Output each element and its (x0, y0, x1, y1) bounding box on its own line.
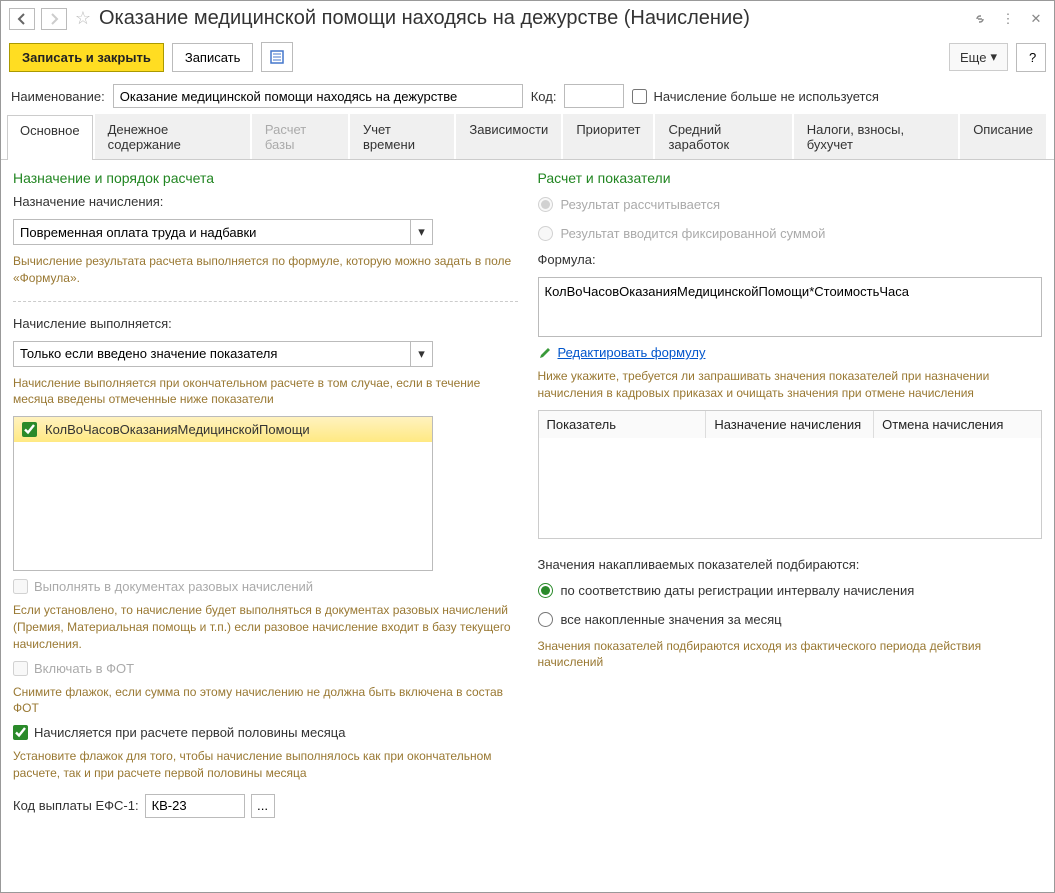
purpose-label: Назначение начисления: (13, 194, 518, 209)
tab-deps[interactable]: Зависимости (456, 114, 561, 159)
radio-accum-interval-label: по соответствию даты регистрации интерва… (561, 583, 915, 598)
exec-label: Начисление выполняется: (13, 316, 518, 331)
half-month-label: Начисляется при расчете первой половины … (34, 725, 345, 740)
chevron-down-icon: ▾ (990, 49, 997, 65)
close-icon[interactable]: ✕ (1026, 9, 1046, 29)
section-purpose: Назначение и порядок расчета (13, 170, 518, 186)
not-used-checkbox[interactable] (632, 89, 647, 104)
exec-field[interactable] (13, 341, 411, 367)
help-button[interactable]: ? (1016, 43, 1046, 72)
radio-accum-month-label: все накопленные значения за месяц (561, 612, 782, 627)
radio-fixed-label: Результат вводится фиксированной суммой (561, 226, 826, 241)
exec-dropdown[interactable]: ▾ (13, 341, 433, 367)
header-fields: Наименование: Код: Начисление больше не … (1, 78, 1054, 114)
efs-field[interactable] (145, 794, 245, 818)
separator (13, 301, 518, 302)
tab-avg[interactable]: Средний заработок (655, 114, 791, 159)
toolbar: Записать и закрыть Записать Еще ▾ ? (1, 36, 1054, 78)
menu-icon[interactable]: ⋮ (998, 9, 1018, 29)
chevron-down-icon[interactable]: ▾ (411, 341, 433, 367)
more-label: Еще (960, 50, 986, 65)
name-field[interactable] (113, 84, 523, 108)
efs-select-button[interactable]: ... (251, 794, 275, 818)
tab-base[interactable]: Расчет базы (252, 114, 348, 159)
half-month-checkbox[interactable] (13, 725, 28, 740)
more-button[interactable]: Еще ▾ (949, 43, 1008, 71)
link-icon[interactable] (970, 9, 990, 29)
once-label: Выполнять в документах разовых начислени… (34, 579, 313, 594)
formula-field[interactable]: КолВоЧасовОказанияМедицинскойПомощи*Стои… (538, 277, 1043, 337)
radio-fixed (538, 226, 553, 241)
half-month-hint: Установите флажок для того, чтобы начисл… (13, 748, 518, 782)
tab-main[interactable]: Основное (7, 115, 93, 160)
not-used-label: Начисление больше не используется (653, 89, 878, 104)
table-header-cancel: Отмена начисления (874, 411, 1041, 438)
indicator-label: КолВоЧасовОказанияМедицинскойПомощи (45, 422, 310, 437)
once-checkbox (13, 579, 28, 594)
save-close-button[interactable]: Записать и закрыть (9, 43, 164, 72)
forward-button[interactable] (41, 8, 67, 30)
table-header-indicator: Показатель (539, 411, 707, 438)
fot-hint: Снимите флажок, если сумма по этому начи… (13, 684, 518, 718)
purpose-field[interactable] (13, 219, 411, 245)
indicators-list[interactable]: КолВоЧасовОказанияМедицинскойПомощи (13, 416, 433, 571)
tab-money[interactable]: Денежное содержание (95, 114, 250, 159)
radio-calculated (538, 197, 553, 212)
table-hint: Ниже укажите, требуется ли запрашивать з… (538, 368, 1043, 402)
window-title: Оказание медицинской помощи находясь на … (99, 7, 964, 30)
radio-accum-interval[interactable] (538, 583, 553, 598)
formula-label: Формула: (538, 252, 1043, 267)
back-button[interactable] (9, 8, 35, 30)
section-calc: Расчет и показатели (538, 170, 1043, 186)
accrual-window: ☆ Оказание медицинской помощи находясь н… (0, 0, 1055, 893)
edit-formula-label: Редактировать формулу (558, 345, 706, 360)
tab-time[interactable]: Учет времени (350, 114, 454, 159)
tab-tax[interactable]: Налоги, взносы, бухучет (794, 114, 958, 159)
once-hint: Если установлено, то начисление будет вы… (13, 602, 518, 652)
tabs: Основное Денежное содержание Расчет базы… (1, 114, 1054, 160)
radio-calculated-label: Результат рассчитывается (561, 197, 721, 212)
list-item[interactable]: КолВоЧасовОказанияМедицинскойПомощи (14, 417, 432, 442)
right-column: Расчет и показатели Результат рассчитыва… (538, 170, 1043, 882)
content: Назначение и порядок расчета Назначение … (1, 160, 1054, 892)
fot-label: Включать в ФОТ (34, 661, 134, 676)
table-body[interactable] (539, 438, 1042, 538)
pencil-icon (538, 346, 552, 360)
accum-label: Значения накапливаемых показателей подби… (538, 557, 1043, 572)
name-label: Наименование: (11, 89, 105, 104)
tab-desc[interactable]: Описание (960, 114, 1046, 159)
accum-hint: Значения показателей подбираются исходя … (538, 638, 1043, 672)
left-column: Назначение и порядок расчета Назначение … (13, 170, 518, 882)
radio-accum-month[interactable] (538, 612, 553, 627)
code-field[interactable] (564, 84, 624, 108)
table-header-assign: Назначение начисления (706, 411, 874, 438)
indicator-checkbox[interactable] (22, 422, 37, 437)
code-label: Код: (531, 89, 557, 104)
efs-label: Код выплаты ЕФС-1: (13, 798, 139, 813)
favorite-icon[interactable]: ☆ (73, 9, 93, 29)
indicators-table: Показатель Назначение начисления Отмена … (538, 410, 1043, 539)
chevron-down-icon[interactable]: ▾ (411, 219, 433, 245)
save-button[interactable]: Записать (172, 43, 254, 72)
edit-formula-link[interactable]: Редактировать формулу (538, 345, 1043, 360)
fot-checkbox (13, 661, 28, 676)
purpose-hint: Вычисление результата расчета выполняетс… (13, 253, 518, 287)
titlebar: ☆ Оказание медицинской помощи находясь н… (1, 1, 1054, 36)
purpose-dropdown[interactable]: ▾ (13, 219, 433, 245)
report-button[interactable] (261, 42, 293, 72)
tab-priority[interactable]: Приоритет (563, 114, 653, 159)
exec-hint: Начисление выполняется при окончательном… (13, 375, 518, 409)
